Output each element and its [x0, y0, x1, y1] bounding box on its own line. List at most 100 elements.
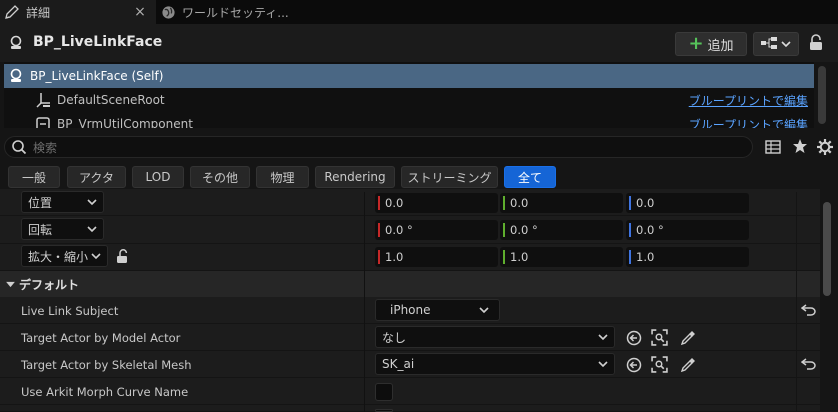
location-x-field[interactable]: 0.0 — [375, 193, 498, 213]
location-z-value: 0.0 — [636, 196, 655, 210]
live-link-subject-value: iPhone — [390, 303, 431, 317]
location-mode-dropdown[interactable]: 位置 — [21, 191, 104, 213]
actor-icon — [8, 35, 24, 54]
location-y-value: 0.0 — [510, 196, 529, 210]
tree-row-default-scene-root[interactable]: DefaultSceneRoot ブループリントで編集 — [4, 88, 814, 112]
location-z-field[interactable]: 0.0 — [626, 193, 749, 213]
star-icon[interactable] — [792, 138, 808, 157]
chevron-down-icon — [91, 253, 101, 260]
location-x-value: 0.0 — [385, 196, 404, 210]
scale-label: 拡大・縮小 — [28, 249, 89, 264]
rotation-z-value: 0.0 ° — [636, 223, 664, 237]
eyedropper-icon[interactable] — [680, 330, 696, 349]
use-arkit-checkbox[interactable] — [375, 383, 393, 401]
tab-world-settings-label: ワールドセッティ... — [182, 5, 289, 20]
chevron-down-icon — [479, 307, 489, 314]
target-actor-skeletal-value: SK_ai — [382, 357, 415, 371]
tree-row-label: DefaultSceneRoot — [57, 93, 165, 107]
target-actor-model-label: Target Actor by Model Actor — [21, 331, 181, 345]
use-selected-arrow-icon[interactable] — [626, 357, 642, 376]
chevron-down-icon — [87, 199, 97, 206]
tree-row-label: BP_VrmUtilComponent — [57, 117, 193, 128]
use-arkit-label: Use Arkit Morph Curve Name — [21, 385, 189, 399]
search-input[interactable]: 検索 — [33, 139, 57, 156]
blueprint-graph-icon — [761, 36, 777, 52]
target-actor-model-value: なし — [382, 330, 407, 345]
column-divider[interactable] — [364, 192, 365, 412]
chevron-down-icon — [87, 226, 97, 233]
scale-y-field[interactable]: 1.0 — [500, 247, 623, 267]
chevron-down-icon — [598, 334, 608, 341]
next-row-partial — [0, 405, 820, 412]
scale-z-value: 1.0 — [636, 250, 655, 264]
rotation-x-field[interactable]: 0.0 ° — [375, 220, 498, 240]
details-header: BP_LiveLinkFace + 追加 — [0, 24, 838, 62]
tab-world-settings[interactable]: ワールドセッティ... — [157, 0, 317, 24]
rotation-mode-dropdown[interactable]: 回転 — [21, 218, 104, 240]
target-actor-model-dropdown[interactable]: なし — [375, 326, 615, 348]
filter-misc[interactable]: その他 — [190, 166, 250, 188]
pencil-icon — [4, 4, 20, 20]
tab-close-icon[interactable]: × — [132, 4, 148, 20]
chevron-down-icon — [6, 281, 15, 288]
location-y-field[interactable]: 0.0 — [500, 193, 623, 213]
target-actor-skeletal-dropdown[interactable]: SK_ai — [375, 353, 615, 375]
tab-details[interactable]: 詳細 × — [0, 0, 156, 24]
scene-component-icon — [35, 92, 51, 108]
component-icon — [35, 116, 51, 128]
tree-row-vrm-util-component[interactable]: BP_VrmUtilComponent ブループリントで編集 — [4, 112, 814, 128]
target-actor-skeletal-label: Target Actor by Skeletal Mesh — [21, 358, 192, 372]
section-title: デフォルト — [19, 277, 80, 292]
lock-icon[interactable] — [808, 34, 824, 55]
tree-row-label: BP_LiveLinkFace (Self) — [30, 69, 164, 83]
add-component-button[interactable]: + 追加 — [675, 32, 747, 56]
table-view-icon[interactable] — [765, 139, 781, 158]
filter-lod[interactable]: LOD — [132, 166, 184, 188]
scale-y-value: 1.0 — [510, 250, 529, 264]
use-selected-arrow-icon[interactable] — [626, 330, 642, 349]
page-title: BP_LiveLinkFace — [33, 34, 163, 50]
location-label: 位置 — [28, 195, 53, 210]
filter-physics[interactable]: 物理 — [256, 166, 309, 188]
scale-z-field[interactable]: 1.0 — [626, 247, 749, 267]
search-box[interactable]: 検索 — [4, 136, 753, 158]
live-link-subject-label: Live Link Subject — [21, 304, 119, 318]
actor-icon — [8, 68, 24, 84]
tree-row-self[interactable]: BP_LiveLinkFace (Self) — [4, 64, 814, 88]
scale-mode-dropdown[interactable]: 拡大・縮小 — [21, 245, 108, 267]
browse-asset-icon[interactable] — [651, 356, 668, 376]
filter-general[interactable]: 一般 — [8, 166, 60, 188]
globe-icon — [161, 5, 176, 20]
property-scroll-thumb[interactable] — [823, 202, 831, 296]
tree-scrollbar[interactable] — [818, 66, 826, 124]
scale-x-field[interactable]: 1.0 — [375, 247, 498, 267]
edit-in-blueprint-link[interactable]: ブループリントで編集 — [689, 92, 808, 109]
rotation-y-value: 0.0 ° — [510, 223, 538, 237]
eyedropper-icon[interactable] — [680, 357, 696, 376]
section-default-header[interactable]: デフォルト — [0, 271, 820, 297]
chevron-down-icon — [598, 361, 608, 368]
filter-actor[interactable]: アクタ — [67, 166, 126, 188]
blueprint-options-button[interactable] — [753, 32, 799, 56]
tab-details-label: 詳細 — [26, 5, 51, 20]
filter-all[interactable]: 全て — [504, 166, 556, 188]
component-tree: BP_LiveLinkFace (Self) DefaultSceneRoot … — [4, 62, 814, 128]
rotation-label: 回転 — [28, 222, 53, 237]
reset-arrow-icon[interactable] — [800, 304, 817, 319]
unlock-icon[interactable] — [116, 249, 130, 268]
filter-rendering[interactable]: Rendering — [315, 166, 395, 188]
filter-streaming[interactable]: ストリーミング — [401, 166, 498, 188]
rotation-z-field[interactable]: 0.0 ° — [626, 220, 749, 240]
rotation-x-value: 0.0 ° — [385, 223, 413, 237]
add-button-label: 追加 — [707, 38, 734, 54]
plus-icon: + — [688, 33, 704, 54]
browse-asset-icon[interactable] — [651, 329, 668, 349]
reset-arrow-icon[interactable] — [800, 358, 817, 373]
rotation-y-field[interactable]: 0.0 ° — [500, 220, 623, 240]
chevron-down-icon — [781, 37, 791, 51]
search-icon — [11, 139, 27, 155]
live-link-subject-dropdown[interactable]: iPhone — [375, 299, 500, 321]
edit-in-blueprint-link[interactable]: ブループリントで編集 — [689, 116, 808, 129]
reset-column-divider — [796, 192, 797, 412]
gear-icon[interactable] — [816, 138, 834, 159]
